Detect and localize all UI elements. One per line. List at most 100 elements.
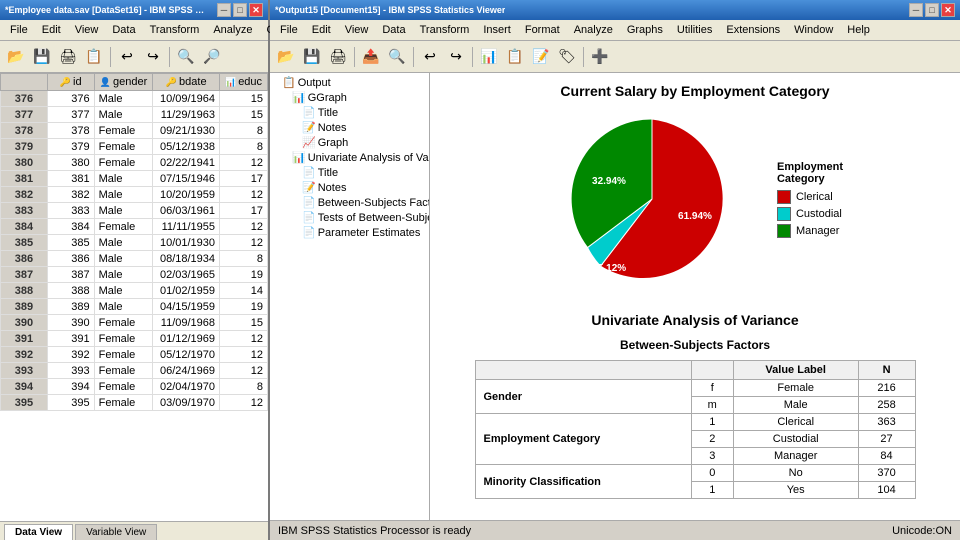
right-redo-button[interactable]: ↪ bbox=[444, 45, 468, 69]
col-header-id[interactable]: 🔑id bbox=[47, 74, 94, 91]
row-num-cell: 394 bbox=[1, 379, 48, 395]
table-row[interactable]: 388 388 Male 01/02/1959 14 bbox=[1, 283, 268, 299]
right-search-button[interactable]: 🔍 bbox=[385, 45, 409, 69]
right-maximize-button[interactable]: □ bbox=[925, 3, 939, 17]
right-menu-graphs[interactable]: Graphs bbox=[621, 22, 669, 38]
redo-button[interactable]: ↪ bbox=[141, 45, 165, 69]
right-menu-extensions[interactable]: Extensions bbox=[720, 22, 786, 38]
tree-title-2[interactable]: 📄 Title bbox=[272, 165, 427, 180]
undo-button[interactable]: ↩ bbox=[115, 45, 139, 69]
id-cell: 384 bbox=[47, 219, 94, 235]
save-button[interactable]: 💾 bbox=[30, 45, 54, 69]
tree-parameters[interactable]: 📄 Parameter Estimates bbox=[272, 225, 427, 240]
find-button[interactable]: 🔎 bbox=[200, 45, 224, 69]
table-row[interactable]: 379 379 Female 05/12/1938 8 bbox=[1, 139, 268, 155]
table-row[interactable]: 387 387 Male 02/03/1965 19 bbox=[1, 267, 268, 283]
right-print-button[interactable]: 🖨 bbox=[326, 45, 350, 69]
row-num-cell: 383 bbox=[1, 203, 48, 219]
table-row[interactable]: 383 383 Male 06/03/1961 17 bbox=[1, 203, 268, 219]
gender-cell: Female bbox=[94, 395, 153, 411]
open-button[interactable]: 📂 bbox=[4, 45, 28, 69]
table-row[interactable]: 380 380 Female 02/22/1941 12 bbox=[1, 155, 268, 171]
table-row[interactable]: 377 377 Male 11/29/1963 15 bbox=[1, 107, 268, 123]
right-close-button[interactable]: ✕ bbox=[941, 3, 955, 17]
right-open-button[interactable]: 📂 bbox=[274, 45, 298, 69]
right-menu-analyze[interactable]: Analyze bbox=[568, 22, 619, 38]
dialog-recall-button[interactable]: 📋 bbox=[82, 45, 106, 69]
right-menu-utilities[interactable]: Utilities bbox=[671, 22, 718, 38]
tree-notes-1[interactable]: 📝 Notes bbox=[272, 120, 427, 135]
print-button[interactable]: 🖨 bbox=[56, 45, 80, 69]
bsf-value-yes: 1 bbox=[691, 482, 733, 499]
left-menu-view[interactable]: View bbox=[69, 22, 105, 38]
output-tree[interactable]: 📋 Output 📊 GGraph 📄 Title 📝 Notes bbox=[270, 73, 430, 520]
id-cell: 395 bbox=[47, 395, 94, 411]
right-menu-help[interactable]: Help bbox=[841, 22, 876, 38]
table-row[interactable]: 385 385 Male 10/01/1930 12 bbox=[1, 235, 268, 251]
right-menu-format[interactable]: Format bbox=[519, 22, 566, 38]
pie-chart: 61.94% 5.12% 32.94% bbox=[547, 109, 757, 292]
left-menu-edit[interactable]: Edit bbox=[36, 22, 67, 38]
left-menu-transform[interactable]: Transform bbox=[144, 22, 206, 38]
educ-cell: 8 bbox=[220, 139, 268, 155]
right-heading-button[interactable]: 🏷 bbox=[555, 45, 579, 69]
right-export-button[interactable]: 📤 bbox=[359, 45, 383, 69]
bsf-value-0: 0 bbox=[691, 465, 733, 482]
goto-button[interactable]: 🔍 bbox=[174, 45, 198, 69]
table-row[interactable]: 382 382 Male 10/20/1959 12 bbox=[1, 187, 268, 203]
table-row[interactable]: 376 376 Male 10/09/1964 15 bbox=[1, 91, 268, 107]
tree-notes-2[interactable]: 📝 Notes bbox=[272, 180, 427, 195]
left-menu-data[interactable]: Data bbox=[106, 22, 141, 38]
right-goto-button[interactable]: ➕ bbox=[588, 45, 612, 69]
tab-variable-view[interactable]: Variable View bbox=[75, 524, 157, 540]
right-save-button[interactable]: 💾 bbox=[300, 45, 324, 69]
right-minimize-button[interactable]: ─ bbox=[909, 3, 923, 17]
legend-custodial: Custodial bbox=[777, 207, 843, 221]
left-menu-analyze[interactable]: Analyze bbox=[207, 22, 258, 38]
table-row[interactable]: 386 386 Male 08/18/1934 8 bbox=[1, 251, 268, 267]
table-row[interactable]: 391 391 Female 01/12/1969 12 bbox=[1, 331, 268, 347]
left-minimize-button[interactable]: ─ bbox=[217, 3, 231, 17]
tree-title-1[interactable]: 📄 Title bbox=[272, 105, 427, 120]
right-menu-file[interactable]: File bbox=[274, 22, 304, 38]
left-maximize-button[interactable]: □ bbox=[233, 3, 247, 17]
bdate-cell: 11/29/1963 bbox=[153, 107, 220, 123]
right-pivot-button[interactable]: 📋 bbox=[503, 45, 527, 69]
col-header-bdate[interactable]: 🔑bdate bbox=[153, 74, 220, 91]
right-menu-transform[interactable]: Transform bbox=[414, 22, 476, 38]
tree-output[interactable]: 📋 Output bbox=[272, 75, 427, 90]
right-chart-button[interactable]: 📊 bbox=[477, 45, 501, 69]
right-text-button[interactable]: 📝 bbox=[529, 45, 553, 69]
col-header-educ[interactable]: 📊educ bbox=[220, 74, 268, 91]
right-menu-view[interactable]: View bbox=[339, 22, 375, 38]
col-header-gender[interactable]: 👤gender bbox=[94, 74, 153, 91]
table-row[interactable]: 381 381 Male 07/15/1946 17 bbox=[1, 171, 268, 187]
right-undo-button[interactable]: ↩ bbox=[418, 45, 442, 69]
tree-tests[interactable]: 📄 Tests of Between-Subjects bbox=[272, 210, 427, 225]
table-row[interactable]: 384 384 Female 11/11/1955 12 bbox=[1, 219, 268, 235]
table-row[interactable]: 394 394 Female 02/04/1970 8 bbox=[1, 379, 268, 395]
table-row[interactable]: 378 378 Female 09/21/1930 8 bbox=[1, 123, 268, 139]
tree-univariate[interactable]: 📊 Univariate Analysis of Variance bbox=[272, 150, 427, 165]
output-content-area: Current Salary by Employment Category bbox=[430, 73, 960, 520]
toolbar-sep-1 bbox=[110, 47, 111, 67]
tree-ggraph[interactable]: 📊 GGraph bbox=[272, 90, 427, 105]
right-menu-data[interactable]: Data bbox=[376, 22, 411, 38]
table-row[interactable]: 393 393 Female 06/24/1969 12 bbox=[1, 363, 268, 379]
right-menu-window[interactable]: Window bbox=[788, 22, 839, 38]
tab-data-view[interactable]: Data View bbox=[4, 524, 73, 540]
table-row[interactable]: 392 392 Female 05/12/1970 12 bbox=[1, 347, 268, 363]
left-menu-file[interactable]: File bbox=[4, 22, 34, 38]
left-close-button[interactable]: ✕ bbox=[249, 3, 263, 17]
folder-icon: 📋 bbox=[282, 76, 296, 89]
table-row[interactable]: 390 390 Female 11/09/1968 15 bbox=[1, 315, 268, 331]
educ-cell: 12 bbox=[220, 219, 268, 235]
svg-text:5.12%: 5.12% bbox=[598, 263, 626, 274]
bdate-cell: 10/01/1930 bbox=[153, 235, 220, 251]
right-menu-edit[interactable]: Edit bbox=[306, 22, 337, 38]
table-row[interactable]: 395 395 Female 03/09/1970 12 bbox=[1, 395, 268, 411]
tree-between-subjects[interactable]: 📄 Between-Subjects Factors bbox=[272, 195, 427, 210]
table-row[interactable]: 389 389 Male 04/15/1959 19 bbox=[1, 299, 268, 315]
right-menu-insert[interactable]: Insert bbox=[477, 22, 517, 38]
tree-graph[interactable]: 📈 Graph bbox=[272, 135, 427, 150]
